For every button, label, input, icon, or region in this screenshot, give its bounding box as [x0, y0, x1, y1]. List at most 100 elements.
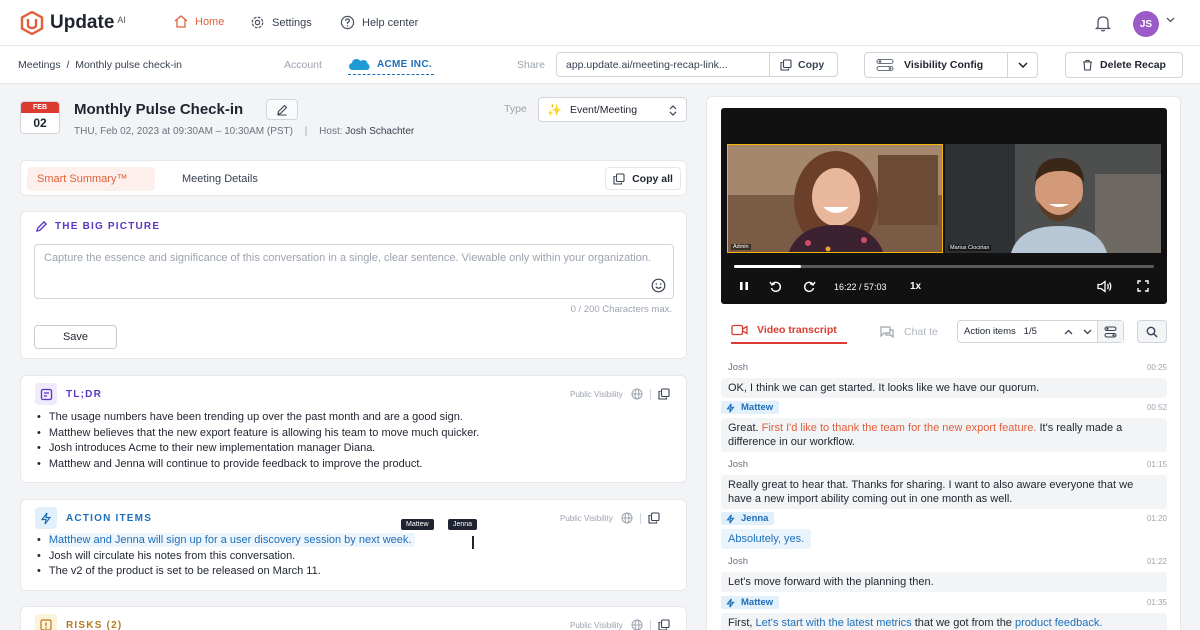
action-items-finder[interactable]: Action items 1/5: [957, 320, 1124, 343]
copy-link-button[interactable]: Copy: [769, 53, 837, 76]
chevron-down-icon[interactable]: [1078, 329, 1098, 335]
updown-chevron-icon: [669, 105, 677, 116]
nav-settings[interactable]: Settings: [250, 15, 312, 30]
emoji-icon[interactable]: [651, 278, 666, 293]
date-badge: FEB 02: [20, 101, 60, 134]
forward-icon[interactable]: [803, 280, 816, 293]
message-text: First, Let's start with the latest metri…: [721, 613, 1167, 630]
host-label: Host:: [319, 126, 343, 137]
playback-speed[interactable]: 1x: [910, 281, 921, 292]
message-time[interactable]: 00:52: [1147, 403, 1167, 412]
globe-icon[interactable]: [631, 619, 643, 630]
nav-help-label: Help center: [362, 16, 419, 29]
risks-heading: RISKS (2): [35, 614, 122, 630]
speaker-name-text: Mattew: [741, 597, 774, 608]
participant-name: Admin: [731, 244, 751, 250]
trash-icon: [1083, 59, 1093, 71]
copy-icon[interactable]: [648, 512, 660, 524]
char-count: 0 / 200 Characters max.: [570, 304, 672, 315]
risks-visibility: Public Visibility: [570, 619, 670, 630]
type-select[interactable]: ✨ Event/Meeting: [538, 97, 687, 122]
transcript-message[interactable]: Josh 01:22 Let's move forward with the pl…: [721, 555, 1167, 592]
share-url[interactable]: app.update.ai/meeting-recap-link...: [557, 59, 769, 71]
list-item[interactable]: Josh will circulate his notes from this …: [37, 549, 415, 565]
message-time[interactable]: 00:25: [1147, 363, 1167, 372]
highlighted-phrase[interactable]: First I'd like to thank the team for the…: [762, 422, 1037, 434]
delete-recap-button[interactable]: Delete Recap: [1065, 52, 1183, 78]
copy-all-button[interactable]: Copy all: [605, 167, 681, 190]
tab-smart-summary[interactable]: Smart Summary™: [27, 167, 155, 191]
lightning-icon: [726, 598, 735, 607]
globe-icon[interactable]: [631, 388, 643, 400]
speaker-name: Jenna: [721, 512, 775, 525]
sparkle-icon: ✨: [547, 102, 562, 117]
tab-chat[interactable]: Chat te: [879, 325, 938, 339]
tab-video-transcript[interactable]: Video transcript: [731, 324, 837, 336]
user-avatar[interactable]: JS: [1133, 11, 1159, 37]
home-icon: [174, 15, 188, 28]
video-progress-fill: [734, 265, 802, 268]
nav-home[interactable]: Home: [174, 15, 224, 28]
list-item[interactable]: The v2 of the product is set to be relea…: [37, 564, 415, 580]
fullscreen-icon[interactable]: [1137, 280, 1149, 292]
highlighted-phrase[interactable]: Let's start with the latest metrics: [756, 617, 912, 629]
transcript-message[interactable]: Jenna 01:20 Absolutely, yes.: [721, 512, 1167, 549]
visibility-dropdown-toggle[interactable]: [1008, 62, 1037, 68]
search-button[interactable]: [1137, 320, 1167, 343]
visibility-config-button[interactable]: Visibility Config: [864, 52, 1038, 78]
action-items-visibility: Public Visibility: [560, 512, 660, 524]
recording-panel: Admin Marius Ciocirlan 16:22 / 57:03 1x …: [706, 96, 1181, 630]
visibility-config-main[interactable]: Visibility Config: [865, 53, 1008, 77]
message-time[interactable]: 01:22: [1147, 557, 1167, 566]
transcript-message[interactable]: Mattew 00:52 Great. First I'd like to tha…: [721, 401, 1167, 452]
account-link[interactable]: ACME INC.: [348, 57, 432, 71]
message-text[interactable]: Absolutely, yes.: [721, 529, 812, 549]
date-month: FEB: [21, 102, 59, 113]
chevron-up-icon[interactable]: [1058, 329, 1078, 335]
transcript-message[interactable]: Josh 01:15 Really great to hear that. Tha…: [721, 458, 1167, 509]
breadcrumb[interactable]: Meetings / Monthly pulse check-in: [18, 59, 182, 71]
list-item[interactable]: Matthew and Jenna will sign up for a use…: [37, 533, 416, 549]
share-label: Share: [517, 59, 546, 71]
pause-icon[interactable]: [738, 280, 750, 292]
divider: [639, 512, 641, 524]
transcript-message[interactable]: Mattew 01:35 First, Let's start with the …: [721, 596, 1167, 630]
message-text: OK, I think we can get started. It looks…: [721, 378, 1167, 398]
copy-icon[interactable]: [658, 619, 670, 630]
message-time[interactable]: 01:20: [1147, 514, 1167, 523]
action-items-visibility-label: Public Visibility: [560, 513, 613, 523]
chevron-down-icon[interactable]: [1166, 17, 1175, 23]
rewind-icon[interactable]: [769, 280, 782, 293]
app-logo[interactable]: Update AI: [20, 11, 126, 35]
tab-meeting-details[interactable]: Meeting Details: [182, 173, 258, 185]
copy-icon[interactable]: [658, 388, 670, 400]
highlighted-action-item[interactable]: Matthew and Jenna will sign up for a use…: [48, 533, 416, 547]
speaker-name: Mattew: [721, 596, 780, 609]
video-player[interactable]: Admin Marius Ciocirlan 16:22 / 57:03 1x: [721, 108, 1167, 304]
nav-help-center[interactable]: Help center: [340, 15, 418, 30]
highlighted-phrase[interactable]: product feedback.: [1015, 617, 1102, 629]
assignee-tag[interactable]: Mattew: [401, 519, 434, 530]
meeting-meta: THU, Feb 02, 2023 at 09:30AM – 10:30AM (…: [74, 126, 415, 137]
transcript-message[interactable]: Josh 00:25 OK, I think we can get started…: [721, 361, 1167, 398]
date-day: 02: [33, 116, 47, 130]
share-link-box[interactable]: app.update.ai/meeting-recap-link... Copy: [556, 52, 838, 77]
volume-icon[interactable]: [1097, 280, 1113, 293]
action-items-title: ACTION ITEMS: [66, 512, 153, 524]
edit-title-button[interactable]: [266, 99, 298, 120]
assignee-tag[interactable]: Jenna: [448, 519, 478, 530]
message-time[interactable]: 01:35: [1147, 598, 1167, 607]
visibility-config-label: Visibility Config: [904, 59, 984, 71]
bell-icon[interactable]: [1093, 13, 1113, 33]
message-time[interactable]: 01:15: [1147, 460, 1167, 469]
save-button[interactable]: Save: [34, 325, 117, 349]
alert-icon: [35, 614, 57, 630]
filter-toggle-icon[interactable]: [1097, 321, 1123, 342]
participant-tile: Admin: [727, 144, 943, 253]
big-picture-input[interactable]: Capture the essence and significance of …: [34, 244, 674, 299]
tldr-heading: TL;DR: [35, 383, 102, 405]
video-progress-bar[interactable]: [734, 265, 1154, 268]
list-item: Matthew believes that the new export fea…: [37, 426, 479, 442]
search-icon: [1146, 326, 1158, 337]
globe-icon[interactable]: [621, 512, 633, 524]
